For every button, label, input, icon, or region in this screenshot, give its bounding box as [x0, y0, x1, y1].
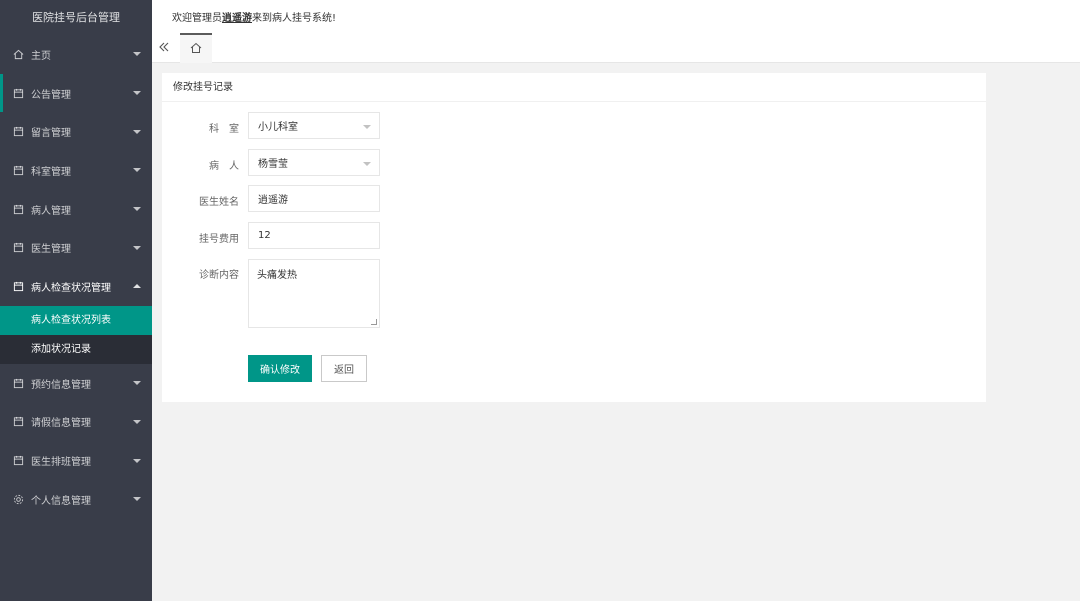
- welcome-suffix: 来到病人挂号系统!: [252, 13, 337, 24]
- chevron-down-icon: [363, 125, 371, 129]
- doctor-name-value: 逍遥游: [258, 195, 288, 206]
- calendar-icon: [12, 203, 24, 215]
- sidebar: 医院挂号后台管理 主页 公告管理 留言管理 科室管理 病人管理 医生管理 病人检…: [0, 0, 152, 601]
- sidebar-item-label: 科室管理: [31, 166, 71, 178]
- sidebar-item-label: 预约信息管理: [31, 379, 91, 391]
- patient-select[interactable]: 杨雪莹: [248, 149, 380, 176]
- sidebar-item-label: 个人信息管理: [31, 495, 91, 507]
- department-value: 小儿科室: [258, 122, 298, 133]
- chevron-down-icon: [133, 419, 141, 424]
- chevron-down-icon: [133, 168, 141, 173]
- calendar-icon: [12, 164, 24, 176]
- sidebar-item-label: 主页: [31, 50, 51, 62]
- doctor-label: 医生姓名: [199, 197, 239, 208]
- home-icon: [12, 48, 24, 60]
- edit-record-card: 修改挂号记录 科 室 小儿科室 病 人 杨雪莹 医生姓名 逍遥游 挂号费用 12…: [162, 73, 986, 402]
- sidebar-item-schedule[interactable]: 医生排班管理: [0, 441, 152, 480]
- gear-icon: [12, 493, 24, 505]
- sidebar-item-label: 病人检查状况管理: [31, 282, 111, 294]
- fee-label: 挂号费用: [199, 234, 239, 245]
- sidebar-item-label: 病人管理: [31, 205, 71, 217]
- sidebar-item-patients[interactable]: 病人管理: [0, 190, 152, 229]
- fee-field[interactable]: 12: [248, 222, 380, 249]
- back-button[interactable]: 返回: [321, 355, 367, 382]
- calendar-icon: [12, 126, 24, 138]
- sidebar-item-departments[interactable]: 科室管理: [0, 151, 152, 190]
- department-select[interactable]: 小儿科室: [248, 112, 380, 139]
- department-label: 科 室: [209, 124, 239, 135]
- brand-title: 医院挂号后台管理: [32, 11, 120, 24]
- sidebar-item-label: 医生管理: [31, 244, 71, 256]
- chevron-down-icon: [133, 458, 141, 463]
- home-icon: [190, 42, 202, 57]
- admin-username[interactable]: 逍遥游: [222, 9, 252, 24]
- fee-value: 12: [258, 230, 271, 241]
- calendar-icon: [12, 280, 24, 292]
- sidebar-item-label: 公告管理: [31, 89, 71, 101]
- sidebar-item-home[interactable]: 主页: [0, 35, 152, 74]
- top-header: 欢迎管理员 逍遥游 来到病人挂号系统!: [152, 0, 1080, 33]
- sidebar-item-patient-checks[interactable]: 病人检查状况管理: [0, 267, 152, 306]
- resize-handle-icon[interactable]: [371, 319, 377, 325]
- calendar-icon: [12, 416, 24, 428]
- chevron-down-icon: [363, 162, 371, 166]
- sidebar-item-label: 留言管理: [31, 128, 71, 140]
- chevron-down-icon: [133, 245, 141, 250]
- diagnosis-label: 诊断内容: [199, 270, 239, 281]
- double-chevron-left-icon[interactable]: [157, 40, 173, 56]
- chevron-down-icon: [133, 497, 141, 502]
- tab-bar: [152, 33, 1080, 63]
- sidebar-item-messages[interactable]: 留言管理: [0, 112, 152, 151]
- sidebar-item-appointments[interactable]: 预约信息管理: [0, 364, 152, 403]
- tab-home[interactable]: [180, 33, 212, 63]
- calendar-icon: [12, 377, 24, 389]
- sidebar-item-label: 请假信息管理: [31, 418, 91, 430]
- chevron-down-icon: [133, 52, 141, 57]
- sidebar-item-label: 医生排班管理: [31, 457, 91, 469]
- chevron-down-icon: [133, 381, 141, 386]
- diagnosis-value: 头痛发热: [257, 270, 297, 281]
- doctor-name-field[interactable]: 逍遥游: [248, 185, 380, 212]
- welcome-prefix: 欢迎管理员: [172, 13, 222, 24]
- sidebar-item-leave[interactable]: 请假信息管理: [0, 403, 152, 442]
- calendar-icon: [12, 87, 24, 99]
- sidebar-subitem-check-list[interactable]: 病人检查状况列表: [0, 305, 152, 335]
- patient-value: 杨雪莹: [258, 159, 288, 170]
- chevron-up-icon: [133, 284, 141, 289]
- sidebar-item-announcements[interactable]: 公告管理: [0, 73, 152, 113]
- chevron-down-icon: [133, 129, 141, 134]
- confirm-edit-button[interactable]: 确认修改: [248, 355, 312, 382]
- card-title: 修改挂号记录: [162, 73, 986, 102]
- sidebar-item-profile[interactable]: 个人信息管理: [0, 480, 152, 519]
- sidebar-item-doctors[interactable]: 医生管理: [0, 228, 152, 267]
- calendar-icon: [12, 242, 24, 254]
- sidebar-subitem-add-record[interactable]: 添加状况记录: [0, 335, 152, 364]
- calendar-icon: [12, 455, 24, 467]
- diagnosis-textarea[interactable]: 头痛发热: [248, 259, 380, 328]
- chevron-down-icon: [133, 91, 141, 96]
- sidebar-submenu: 病人检查状况列表 添加状况记录: [0, 305, 152, 364]
- chevron-down-icon: [133, 207, 141, 212]
- patient-label: 病 人: [209, 161, 239, 172]
